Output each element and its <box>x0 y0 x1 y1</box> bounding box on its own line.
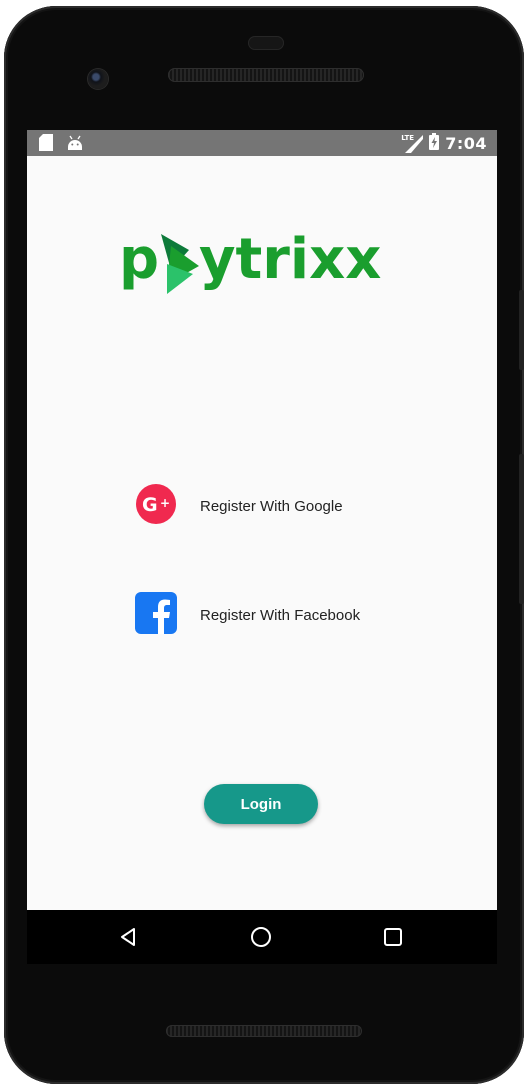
facebook-icon <box>135 592 177 638</box>
home-icon <box>251 927 271 947</box>
svg-text:G: G <box>142 494 158 516</box>
google-plus-icon: G + <box>135 483 177 529</box>
earpiece-speaker <box>168 68 364 82</box>
bottom-speaker <box>166 1025 362 1037</box>
app-screen: LTE 7:04 paytrixx p ytrixx <box>27 130 497 910</box>
svg-text:ytrixx: ytrixx <box>199 227 381 292</box>
login-button[interactable]: Login <box>204 784 318 824</box>
sd-card-icon <box>39 134 53 155</box>
register-facebook-button[interactable]: Register With Facebook <box>135 592 405 638</box>
power-button <box>519 290 524 370</box>
navigation-bar <box>27 910 497 964</box>
back-button[interactable] <box>113 922 143 952</box>
battery-icon <box>429 133 440 155</box>
lte-signal-icon: LTE <box>401 134 424 153</box>
register-facebook-label: Register With Facebook <box>200 606 361 624</box>
android-icon <box>67 135 83 155</box>
home-button[interactable] <box>246 922 276 952</box>
network-label: LTE <box>401 134 415 142</box>
front-camera <box>88 69 108 89</box>
svg-text:+: + <box>160 496 170 510</box>
top-sensor <box>248 36 284 50</box>
register-google-label: Register With Google <box>200 497 343 515</box>
back-icon <box>121 928 135 946</box>
register-google-button[interactable]: G + Register With Google <box>135 484 375 528</box>
recents-icon <box>384 928 402 946</box>
svg-text:p: p <box>119 227 159 292</box>
recents-button[interactable] <box>378 922 408 952</box>
paytrixx-logo: paytrixx p ytrixx <box>119 226 409 306</box>
status-time: 7:04 <box>445 134 487 153</box>
status-bar: LTE 7:04 <box>27 130 497 156</box>
volume-button <box>519 454 524 604</box>
